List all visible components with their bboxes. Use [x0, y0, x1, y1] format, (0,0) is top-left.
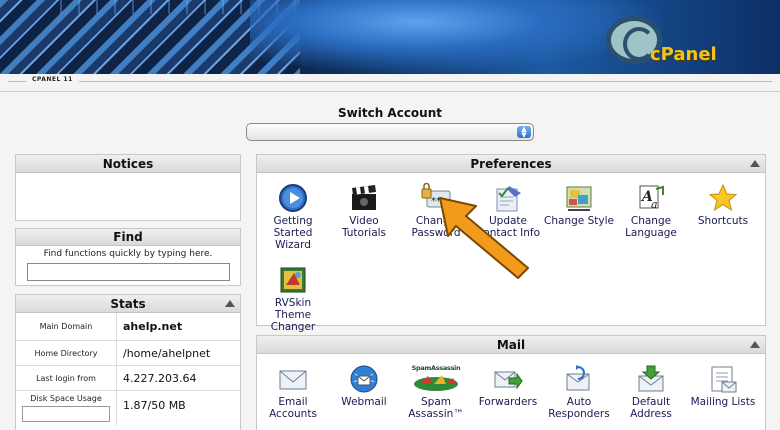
stats-row: Main Domain ahelp.net [16, 313, 240, 341]
stats-panel: Stats Main Domain ahelp.net Home Directo… [15, 294, 241, 430]
change-language-link[interactable]: Aa Change Language [615, 183, 687, 239]
header-banner: cPanel [0, 0, 780, 74]
notices-title: Notices [16, 155, 240, 173]
breadcrumb-bar: CPANEL 11 [0, 74, 780, 92]
theme-icon [278, 265, 308, 295]
mail-title: Mail [257, 336, 765, 354]
star-icon [708, 183, 738, 213]
auto-responder-icon [564, 364, 594, 394]
select-arrows-icon: ▲ ▼ [517, 126, 531, 139]
default-address-link[interactable]: Default Address [615, 364, 687, 420]
shortcuts-link[interactable]: Shortcuts [687, 183, 759, 227]
breadcrumb: CPANEL 11 [26, 76, 79, 83]
find-input[interactable] [26, 263, 230, 281]
collapse-icon[interactable] [750, 341, 760, 348]
language-icon: Aa [636, 183, 666, 213]
default-address-icon [636, 364, 666, 394]
clapperboard-icon [349, 183, 379, 213]
stats-row: Home Directory /home/ahelpnet [16, 341, 240, 366]
disk-usage-bar [22, 406, 110, 422]
preferences-title: Preferences [257, 155, 765, 173]
notices-panel: Notices [15, 154, 241, 221]
stats-row: Disk Space Usage 1.87/50 MB [16, 391, 240, 425]
mailing-lists-link[interactable]: Mailing Lists [687, 364, 759, 408]
change-style-link[interactable]: Change Style [543, 183, 615, 227]
svg-text:a: a [651, 198, 658, 211]
auto-responders-link[interactable]: Auto Responders [543, 364, 615, 420]
pointer-arrow-icon [439, 197, 529, 279]
switch-account-label: Switch Account [338, 106, 442, 120]
palette-icon [564, 183, 594, 213]
video-tutorials-link[interactable]: Video Tutorials [328, 183, 400, 239]
getting-started-wizard-link[interactable]: Getting Started Wizard [257, 183, 329, 251]
spamassassin-icon: SpamAssassin [410, 364, 462, 394]
forward-mail-icon [493, 364, 523, 394]
mailing-list-icon [708, 364, 738, 394]
find-panel: Find Find functions quickly by typing he… [15, 228, 241, 286]
find-title: Find [16, 229, 240, 246]
stats-row: Last login from 4.227.203.64 [16, 366, 240, 391]
find-hint: Find functions quickly by typing here. [43, 249, 213, 259]
collapse-icon[interactable] [225, 300, 235, 307]
spam-assassin-link[interactable]: SpamAssassin Spam Assassin™ [400, 364, 472, 420]
envelope-icon [278, 364, 308, 394]
collapse-icon[interactable] [750, 160, 760, 167]
stats-title: Stats [16, 295, 240, 313]
switch-account-select[interactable]: ▲ ▼ [246, 123, 534, 141]
globe-mail-icon [349, 364, 379, 394]
cpanel-logo-text: cPanel [650, 44, 717, 65]
forwarders-link[interactable]: Forwarders [472, 364, 544, 408]
webmail-link[interactable]: Webmail [328, 364, 400, 408]
email-accounts-link[interactable]: Email Accounts [257, 364, 329, 420]
rvskin-theme-changer-link[interactable]: RVSkin Theme Changer [257, 265, 329, 333]
play-circle-icon [278, 183, 308, 213]
mail-panel: Mail Email Accounts Webmail SpamAssassin… [256, 335, 766, 430]
spamassassin-logo-text: SpamAssassin [411, 364, 461, 372]
